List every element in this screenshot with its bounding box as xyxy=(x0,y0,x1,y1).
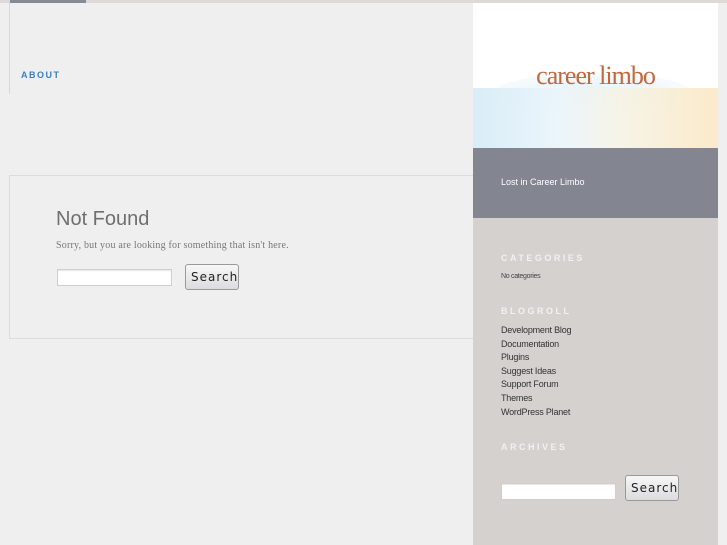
header-image: career limbo xyxy=(473,3,718,148)
sidebar-search-button[interactable]: Search xyxy=(625,475,679,501)
list-item: Plugins xyxy=(501,352,571,366)
nav-divider xyxy=(9,3,10,94)
site-tagline: Lost in Career Limbo xyxy=(501,177,585,187)
sidebar-search-input[interactable] xyxy=(501,483,616,500)
list-item: Development Blog xyxy=(501,325,572,339)
blogroll-link-themes[interactable]: Themes xyxy=(501,393,533,403)
content-panel xyxy=(9,175,473,339)
blogroll-link-documentation[interactable]: Documentation xyxy=(501,339,559,349)
main-search-button[interactable]: Search xyxy=(185,264,239,290)
main-search-input[interactable] xyxy=(57,269,172,286)
list-item: WordPress Planet xyxy=(501,407,571,421)
list-item: Suggest Ideas xyxy=(501,366,571,380)
blogroll-link-wordpress-planet[interactable]: WordPress Planet xyxy=(501,407,570,417)
blogroll-link-development-blog[interactable]: Development Blog xyxy=(501,325,572,335)
list-item: Themes xyxy=(501,393,571,407)
blogroll-heading: BLOGROLL xyxy=(501,306,572,316)
blogroll-link-support-forum[interactable]: Support Forum xyxy=(501,379,559,389)
header-watercolor-band xyxy=(473,88,718,148)
not-found-message: Sorry, but you are looking for something… xyxy=(56,240,289,251)
no-categories-text: No categories xyxy=(501,273,541,280)
sidebar: career limbo Lost in Career Limbo CATEGO… xyxy=(473,3,718,545)
list-item: Documentation xyxy=(501,339,571,353)
page-title: Not Found xyxy=(56,208,150,230)
nav-item-about[interactable]: ABOUT xyxy=(21,70,61,80)
active-tab-indicator xyxy=(10,0,86,3)
archives-heading: ARCHIVES xyxy=(501,442,568,452)
tagline-band: Lost in Career Limbo xyxy=(473,148,718,218)
blogroll-link-suggest-ideas[interactable]: Suggest Ideas xyxy=(501,366,556,376)
blogroll-link-plugins[interactable]: Plugins xyxy=(501,352,529,362)
list-item: Support Forum xyxy=(501,379,571,393)
blogroll-list: Development Blog Documentation Plugins S… xyxy=(501,325,572,421)
categories-heading: CATEGORIES xyxy=(501,253,585,263)
site-title[interactable]: career limbo xyxy=(473,61,718,91)
